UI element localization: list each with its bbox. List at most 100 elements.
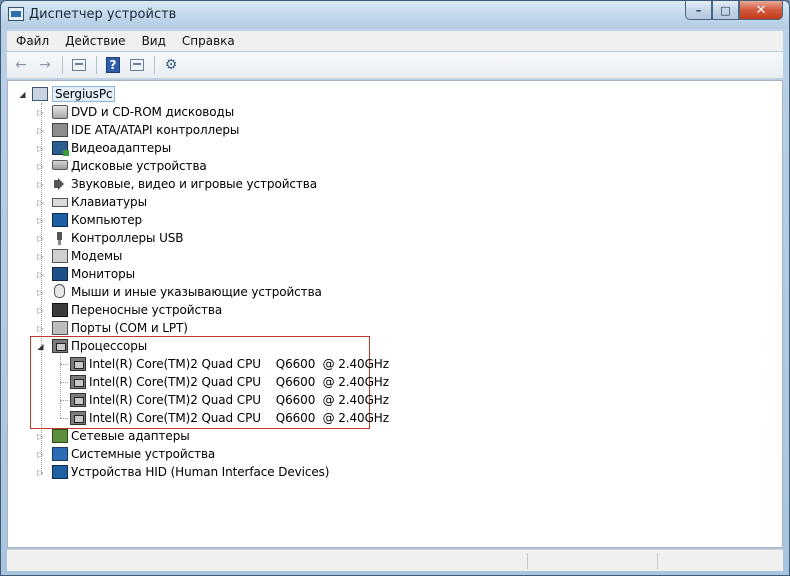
menu-help[interactable]: Справка (174, 31, 243, 51)
status-separator (527, 553, 528, 569)
tree-item-disk[interactable]: ▷ Дисковые устройства (36, 157, 366, 175)
collapse-arrow-icon[interactable]: ◢ (18, 90, 27, 99)
help-button[interactable]: ? (103, 55, 123, 75)
menu-bar: Файл Действие Вид Справка (7, 31, 783, 51)
port-icon (52, 321, 68, 335)
properties-button[interactable] (69, 55, 89, 75)
category-label: DVD и CD-ROM дисководы (71, 105, 235, 119)
expand-arrow-icon[interactable]: ▷ (36, 468, 45, 477)
processor-row[interactable]: Intel(R) Core(TM)2 Quad CPU Q6600 @ 2.40… (60, 409, 389, 427)
minimize-button[interactable]: – (685, 1, 712, 20)
status-bar (7, 549, 783, 571)
expand-arrow-icon[interactable]: ▷ (36, 450, 45, 459)
processor-label: Intel(R) Core(TM)2 Quad CPU Q6600 @ 2.40… (89, 411, 389, 425)
toolbar-separator (96, 56, 97, 74)
menu-file[interactable]: Файл (7, 31, 57, 51)
tree-item-video[interactable]: ▷ Видеоадаптеры (36, 139, 366, 157)
device-manager-window: Диспетчер устройств – □ ✕ Файл Действие … (0, 0, 790, 576)
processor-icon (70, 357, 86, 371)
category-label: Видеоадаптеры (71, 141, 172, 155)
view-button[interactable] (127, 55, 147, 75)
processor-icon (70, 375, 86, 389)
close-button[interactable]: ✕ (739, 1, 783, 20)
window-title: Диспетчер устройств (29, 7, 177, 22)
category-label: Процессоры (71, 339, 148, 353)
processor-icon (70, 411, 86, 425)
expand-arrow-icon[interactable]: ▷ (36, 270, 45, 279)
expand-arrow-icon[interactable]: ▷ (36, 324, 45, 333)
video-adapter-icon (52, 141, 69, 156)
tree-item-sound[interactable]: ▷ Звуковые, видео и игровые устройства (36, 175, 366, 193)
tree-item-processors[interactable]: ◢ Процессоры (36, 337, 366, 355)
expand-arrow-icon[interactable]: ▷ (36, 126, 45, 135)
expand-arrow-icon[interactable]: ▷ (36, 198, 45, 207)
tree-root-row[interactable]: ◢ SergiusPc (16, 85, 316, 103)
mouse-icon (54, 284, 65, 298)
expand-arrow-icon[interactable]: ▷ (36, 216, 45, 225)
category-label: Клавиатуры (71, 195, 147, 209)
tree-item-mice[interactable]: ▷ Мыши и иные указывающие устройства (36, 283, 366, 301)
expand-arrow-icon[interactable]: ▷ (36, 306, 45, 315)
category-label: Дисковые устройства (71, 159, 207, 173)
ide-controller-icon (52, 123, 68, 137)
network-adapter-icon (52, 429, 68, 443)
expand-arrow-icon[interactable]: ▷ (36, 180, 45, 189)
tree-item-keyboard[interactable]: ▷ Клавиатуры (36, 193, 366, 211)
tree-line (60, 418, 68, 419)
processor-row[interactable]: Intel(R) Core(TM)2 Quad CPU Q6600 @ 2.40… (60, 391, 389, 409)
scan-hardware-button[interactable]: ⚙ (161, 55, 181, 75)
root-label: SergiusPc (52, 86, 116, 102)
expand-arrow-icon[interactable]: ▷ (36, 288, 45, 297)
expand-arrow-icon[interactable]: ▷ (36, 234, 45, 243)
system-device-icon (52, 447, 68, 461)
tree-item-usb[interactable]: ▷ Контроллеры USB (36, 229, 366, 247)
tree-item-hid[interactable]: ▷ Устройства HID (Human Interface Device… (36, 463, 396, 481)
back-arrow-icon[interactable]: ← (11, 55, 31, 75)
computer-root-icon (32, 87, 48, 101)
processor-label: Intel(R) Core(TM)2 Quad CPU Q6600 @ 2.40… (89, 357, 389, 371)
device-manager-app-icon (8, 7, 24, 21)
title-bar[interactable]: Диспетчер устройств – □ ✕ (1, 1, 789, 29)
category-label: Контроллеры USB (71, 231, 184, 245)
category-label: Системные устройства (71, 447, 216, 461)
tree-item-modems[interactable]: ▷ Модемы (36, 247, 366, 265)
tree-item-ports[interactable]: ▷ Порты (COM и LPT) (36, 319, 366, 337)
processor-label: Intel(R) Core(TM)2 Quad CPU Q6600 @ 2.40… (89, 375, 389, 389)
forward-arrow-icon[interactable]: → (35, 55, 55, 75)
category-label: IDE ATA/ATAPI контроллеры (71, 123, 240, 137)
menu-view[interactable]: Вид (134, 31, 174, 51)
processor-row[interactable]: Intel(R) Core(TM)2 Quad CPU Q6600 @ 2.40… (60, 355, 389, 373)
tree-line (60, 382, 68, 383)
properties-icon (72, 59, 86, 71)
category-label: Компьютер (71, 213, 143, 227)
expand-arrow-icon[interactable]: ▷ (36, 144, 45, 153)
processor-row[interactable]: Intel(R) Core(TM)2 Quad CPU Q6600 @ 2.40… (60, 373, 389, 391)
expand-arrow-icon[interactable]: ▷ (36, 252, 45, 261)
help-icon: ? (106, 57, 120, 73)
device-tree: ◢ SergiusPc ▷ DVD и CD-ROM дисководы ▷ I… (8, 81, 782, 547)
device-tree-panel[interactable]: ◢ SergiusPc ▷ DVD и CD-ROM дисководы ▷ I… (7, 80, 783, 548)
modem-icon (52, 249, 68, 263)
category-label: Модемы (71, 249, 123, 263)
tree-item-ide[interactable]: ▷ IDE ATA/ATAPI контроллеры (36, 121, 366, 139)
category-label: Переносные устройства (71, 303, 223, 317)
expand-arrow-icon[interactable]: ▷ (36, 108, 45, 117)
tree-item-monitors[interactable]: ▷ Мониторы (36, 265, 366, 283)
collapse-arrow-icon[interactable]: ◢ (36, 342, 45, 351)
maximize-button[interactable]: □ (712, 1, 739, 20)
tree-item-system[interactable]: ▷ Системные устройства (36, 445, 366, 463)
tree-line (60, 400, 68, 401)
tree-item-computer[interactable]: ▷ Компьютер (36, 211, 366, 229)
expand-arrow-icon[interactable]: ▷ (36, 162, 45, 171)
category-label: Сетевые адаптеры (71, 429, 190, 443)
usb-icon (52, 231, 68, 245)
toolbar-separator (62, 56, 63, 74)
expand-arrow-icon[interactable]: ▷ (36, 432, 45, 441)
view-icon (130, 59, 144, 71)
menu-action[interactable]: Действие (57, 31, 133, 51)
tree-item-network[interactable]: ▷ Сетевые адаптеры (36, 427, 366, 445)
keyboard-icon (52, 198, 68, 207)
tree-item-dvd[interactable]: ▷ DVD и CD-ROM дисководы (36, 103, 366, 121)
sound-icon (52, 177, 68, 191)
tree-item-portable[interactable]: ▷ Переносные устройства (36, 301, 366, 319)
